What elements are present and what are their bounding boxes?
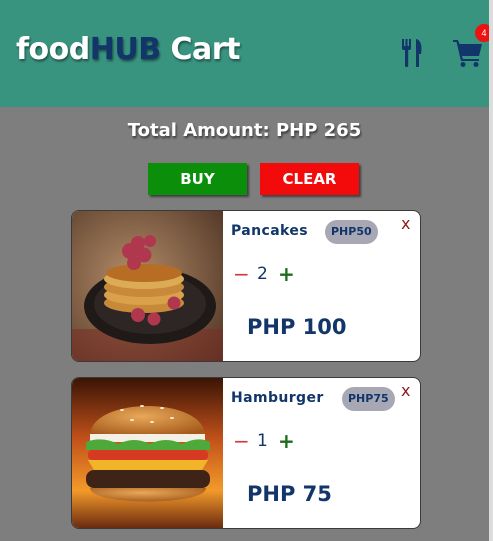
cart-item-card: Pancakes PHP50 x − 2 + PHP 100 — [71, 210, 421, 362]
item-subtotal: PHP 75 — [247, 482, 332, 506]
cart-item-card: Hamburger PHP75 x − 1 + PHP 75 — [71, 377, 421, 529]
quantity-value: 1 — [257, 431, 268, 451]
brand-cart: Cart — [160, 32, 241, 67]
remove-item-button[interactable]: x — [401, 214, 410, 233]
brand-logo[interactable]: foodHUB Cart — [16, 32, 240, 67]
decrease-quantity-button[interactable]: − — [233, 262, 250, 286]
unit-price-badge: PHP50 — [325, 220, 378, 244]
increase-quantity-button[interactable]: + — [278, 429, 295, 453]
increase-quantity-button[interactable]: + — [278, 262, 295, 286]
unit-price-badge: PHP75 — [342, 387, 395, 411]
total-amount: Total Amount: PHP 265 — [127, 120, 362, 141]
item-subtotal: PHP 100 — [247, 315, 347, 339]
clear-button[interactable]: CLEAR — [260, 163, 359, 195]
quantity-value: 2 — [257, 264, 268, 284]
item-name: Hamburger — [231, 390, 324, 406]
brand-food: food — [16, 32, 90, 67]
remove-item-button[interactable]: x — [401, 381, 410, 400]
pancakes-photo — [72, 211, 223, 361]
brand-hub: HUB — [89, 32, 161, 67]
item-name: Pancakes — [231, 223, 309, 239]
page-scrollbar[interactable] — [489, 0, 493, 541]
buy-button[interactable]: BUY — [148, 163, 247, 195]
hamburger-photo — [72, 378, 223, 528]
utensils-icon[interactable] — [401, 39, 425, 67]
cart-icon[interactable] — [453, 39, 483, 67]
decrease-quantity-button[interactable]: − — [233, 429, 250, 453]
